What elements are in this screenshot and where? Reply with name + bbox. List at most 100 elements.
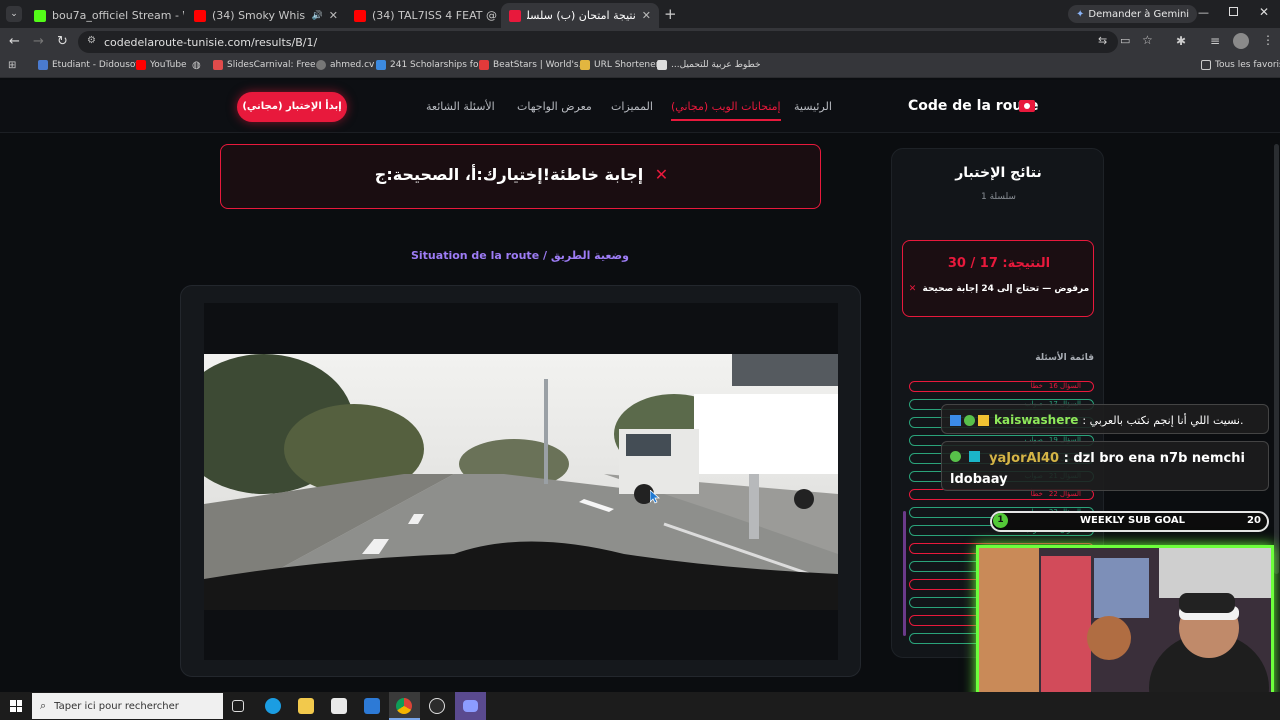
road-scene-image [204,354,838,610]
chat-username: yaJorAl40 [989,451,1060,466]
search-icon: ⌕ [40,699,47,712]
nav-web-exams[interactable]: إمتحانات الويب (مجاني) [671,100,781,121]
badge-icon [968,451,980,462]
nav-label: المميزات [611,100,653,113]
apps-grid-icon[interactable]: ⊞ [8,60,16,71]
folder-icon [580,60,590,70]
bookmark-item[interactable]: ahmed.cv [316,60,374,70]
bookmark-item[interactable]: YouTube [136,60,187,70]
bookmark-item[interactable]: 241 Scholarships for... [376,60,490,70]
question-tag: خطأ [1030,490,1043,498]
discord-icon [463,700,478,712]
badge-icon [950,414,961,426]
chrome-taskbar-button[interactable] [389,692,420,720]
obs-icon[interactable] [429,698,445,714]
nav-label: الأسئلة الشائعة [426,100,495,113]
question-image-frame [180,285,861,677]
kick-icon [34,9,46,22]
speaker-icon[interactable]: 🔊 [312,11,323,21]
nav-features[interactable]: المميزات [611,100,653,113]
globe-icon[interactable]: ◍ [192,60,201,71]
nav-label: إمتحانات الويب (مجاني) [671,100,781,113]
chat-message: kaiswashere : نسيت اللي أنا إنجم نكتب با… [941,404,1269,434]
question-label: السؤال 16 [1048,382,1081,390]
windows-start-icon[interactable] [10,700,22,712]
fail-x-icon: ✕ [908,284,917,294]
chrome-icon [396,698,412,714]
wrong-answer-text: إجابة خاطئة!إختيارك:أ، الصحيحة:ج [374,165,644,184]
gemini-button[interactable]: ✦ Demander à Gemini [1068,5,1198,23]
menu-icon[interactable]: ⋮ [1262,33,1274,47]
score-card: النتيجة: 17 / 30 مرفوض — تحتاج إلى 24 إج… [902,240,1094,317]
badge-icon [978,414,989,426]
bookmark-item[interactable]: URL Shortener [580,60,659,70]
gemini-icon: ✦ [1076,8,1085,20]
task-view-icon[interactable] [232,700,244,712]
tab-smoky-whispers[interactable]: (34) Smoky Whispers: A Lat 🔊 ✕ [186,3,346,28]
sidebar-scrollbar[interactable] [903,511,906,636]
chat-message: yaJorAl40 : dzl bro ena n7b nemchi ldoba… [941,441,1269,491]
globe-icon [316,60,326,70]
profile-avatar[interactable] [1233,33,1249,49]
sub-goal-target: 20 [1247,515,1261,526]
nav-label: معرض الواجهات [517,100,592,113]
tab-title: bou7a_officiel Stream - Watch [52,9,184,22]
windows-taskbar: ⌕ Taper ici pour rechercher [0,692,1280,720]
edge-icon[interactable] [265,698,281,714]
store-icon[interactable] [331,698,347,714]
cta-label: إبدأ الإختبار (مجاني) [242,101,342,112]
file-explorer-icon[interactable] [298,698,314,714]
nav-faq[interactable]: الأسئلة الشائعة [426,100,495,113]
close-window-icon[interactable]: ✕ [1259,5,1269,19]
site-info-icon[interactable]: ⚙ [87,35,96,46]
bookmark-item[interactable]: خطوط عربية للتحميل... [657,60,761,70]
bookmark-label: 241 Scholarships for... [390,60,490,70]
discord-taskbar-button[interactable] [455,692,486,720]
forward-icon[interactable]: → [33,34,44,49]
tab-tal7iss[interactable]: (34) TAL7ISS 4 FEAT @Dahmaa ✕ [346,3,498,28]
reload-icon[interactable]: ↻ [57,34,68,49]
bookmark-item[interactable]: SlidesCarnival: Free... [213,60,324,70]
mouse-cursor-icon [650,490,660,504]
taskbar-search[interactable]: ⌕ Taper ici pour rechercher [32,693,223,719]
taskbar-search-placeholder: Taper ici pour rechercher [54,700,179,712]
tab-title: (34) TAL7ISS 4 FEAT @Dahmaa [372,9,498,22]
tab-bou7a-stream[interactable]: bou7a_officiel Stream - Watch ✕ [26,3,184,28]
site-header: إبدأ الإختبار (مجاني) الأسئلة الشائعة مع… [0,80,1280,133]
cast-icon[interactable]: ▭ [1120,34,1130,47]
reading-list-icon[interactable]: ≡ [1210,34,1220,48]
page-scrollbar[interactable] [1274,144,1279,574]
folder-icon [1201,60,1211,70]
tab-permis-b[interactable]: نتيجة امتحان (ب) سلسلة Permis B ✕ [501,3,659,28]
tunisia-flag-icon [1019,100,1035,112]
minimize-icon[interactable]: — [1198,6,1209,19]
sub-goal-current: 1 [993,513,1008,528]
new-tab-button[interactable]: + [664,5,677,23]
address-bar[interactable]: ⚙ codedelaroute-tunisie.com/results/B/1/… [78,31,1153,53]
nav-gallery[interactable]: معرض الواجهات [517,100,592,113]
mail-icon[interactable] [364,698,380,714]
badge-icon [950,451,961,462]
question-label: السؤال 22 [1048,490,1081,498]
chat-text: : نسيت اللي أنا إنجم نكتب بالعربي. [1082,413,1244,427]
back-icon[interactable]: ← [9,34,20,49]
sub-goal-label: WEEKLY SUB GOAL [1080,515,1185,526]
all-bookmarks-label: Tous les favoris [1215,60,1280,70]
bookmark-label: URL Shortener [594,60,660,70]
restore-icon[interactable] [1229,7,1238,16]
translate-icon[interactable]: ⇆ [1098,34,1107,47]
close-tab-icon[interactable]: ✕ [636,9,651,22]
cta-start-test-button[interactable]: إبدأ الإختبار (مجاني) [237,92,347,122]
nav-home[interactable]: الرئيسية [794,100,832,113]
tab-list-button[interactable]: ⌄ [6,6,22,22]
all-bookmarks[interactable]: Tous les favoris [1201,60,1280,70]
extensions-icon[interactable]: ✱ [1176,34,1186,48]
bookmark-item[interactable]: Etudiant - Didousoft [38,60,142,70]
tab-title: (34) Smoky Whispers: A Lat [212,9,306,22]
bookmark-label: ahmed.cv [330,60,375,70]
bookmark-item[interactable]: BeatStars | World's... [479,60,587,70]
question-row[interactable]: السؤال 16 خطأ [909,381,1094,392]
bookmark-star-icon[interactable]: ☆ [1142,33,1153,47]
wrong-icon: ✕ [654,165,669,184]
close-tab-icon[interactable]: ✕ [323,9,338,22]
